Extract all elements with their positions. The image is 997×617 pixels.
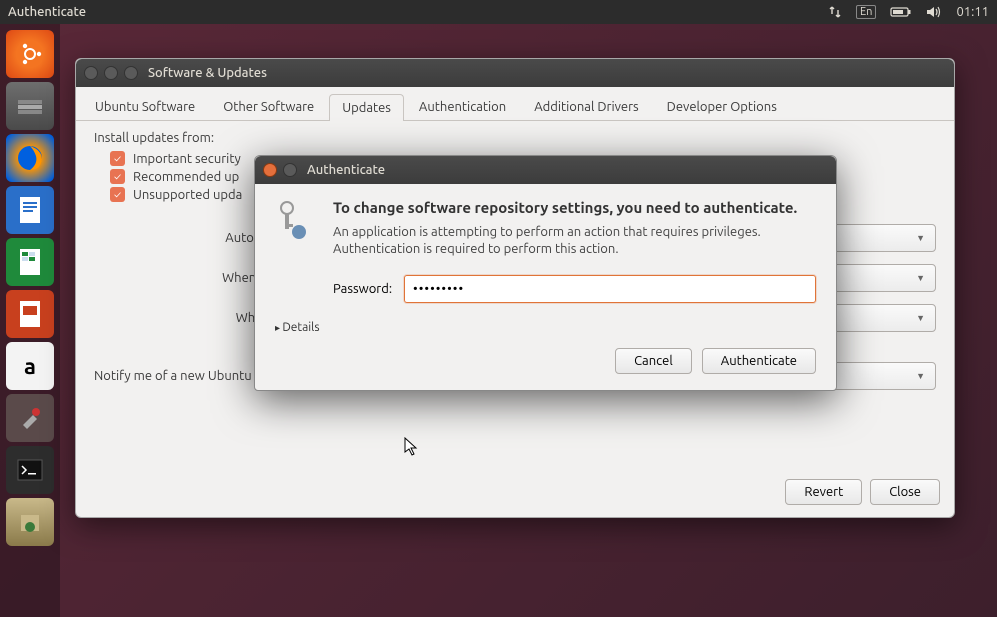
launcher-writer[interactable] xyxy=(6,186,54,234)
password-input[interactable] xyxy=(404,275,816,303)
window-titlebar[interactable]: Software & Updates xyxy=(76,59,954,87)
chevron-down-icon: ▼ xyxy=(916,313,925,323)
launcher-amazon[interactable]: a xyxy=(6,342,54,390)
details-expander[interactable]: Details xyxy=(255,317,836,334)
revert-button[interactable]: Revert xyxy=(785,479,862,505)
window-minimize-icon[interactable] xyxy=(104,66,118,80)
chevron-down-icon: ▼ xyxy=(916,233,925,243)
launcher-firefox[interactable] xyxy=(6,134,54,182)
tab-other-software[interactable]: Other Software xyxy=(210,93,327,120)
launcher-trash[interactable] xyxy=(6,498,54,546)
launcher-dash[interactable] xyxy=(6,30,54,78)
network-icon[interactable] xyxy=(828,5,842,19)
launcher-terminal[interactable] xyxy=(6,446,54,494)
window-close-icon[interactable] xyxy=(84,66,98,80)
launcher-settings[interactable] xyxy=(6,394,54,442)
tab-ubuntu-software[interactable]: Ubuntu Software xyxy=(82,93,208,120)
install-from-label: Install updates from: xyxy=(94,131,936,145)
cancel-button[interactable]: Cancel xyxy=(615,348,692,374)
dialog-heading: To change software repository settings, … xyxy=(333,198,816,218)
window-title: Software & Updates xyxy=(148,66,267,80)
keys-icon xyxy=(271,198,315,242)
chevron-down-icon: ▼ xyxy=(916,273,925,283)
checkmark-icon: ✓ xyxy=(110,169,125,184)
launcher-impress[interactable] xyxy=(6,290,54,338)
checkmark-icon: ✓ xyxy=(110,187,125,202)
tab-updates[interactable]: Updates xyxy=(329,94,404,121)
password-label: Password: xyxy=(333,282,392,296)
checkbox-label: Recommended up xyxy=(133,170,239,184)
authenticate-dialog: Authenticate To change software reposito… xyxy=(254,155,837,391)
chevron-down-icon: ▼ xyxy=(916,371,925,381)
tab-bar: Ubuntu Software Other Software Updates A… xyxy=(76,87,954,121)
tab-authentication[interactable]: Authentication xyxy=(406,93,519,120)
dialog-titlebar[interactable]: Authenticate xyxy=(255,156,836,184)
window-maximize-icon[interactable] xyxy=(124,66,138,80)
top-menubar: Authenticate En 01:11 xyxy=(0,0,997,24)
tab-additional-drivers[interactable]: Additional Drivers xyxy=(521,93,651,120)
system-indicators: En 01:11 xyxy=(828,5,989,19)
checkbox-label: Important security xyxy=(133,152,241,166)
dialog-title: Authenticate xyxy=(307,163,385,177)
unity-launcher: a xyxy=(0,24,60,617)
battery-icon[interactable] xyxy=(890,6,912,18)
clock[interactable]: 01:11 xyxy=(956,5,989,19)
dialog-description: An application is attempting to perform … xyxy=(333,224,816,259)
close-button[interactable]: Close xyxy=(870,479,940,505)
dialog-minimize-icon[interactable] xyxy=(283,163,297,177)
authenticate-button[interactable]: Authenticate xyxy=(702,348,816,374)
details-label: Details xyxy=(282,321,319,334)
checkmark-icon: ✓ xyxy=(110,151,125,166)
dialog-close-icon[interactable] xyxy=(263,163,277,177)
volume-icon[interactable] xyxy=(926,5,942,19)
keyboard-indicator[interactable]: En xyxy=(856,5,876,19)
checkbox-label: Unsupported upda xyxy=(133,188,242,202)
launcher-calc[interactable] xyxy=(6,238,54,286)
tab-developer-options[interactable]: Developer Options xyxy=(654,93,790,120)
menubar-title: Authenticate xyxy=(8,5,86,19)
launcher-files[interactable] xyxy=(6,82,54,130)
